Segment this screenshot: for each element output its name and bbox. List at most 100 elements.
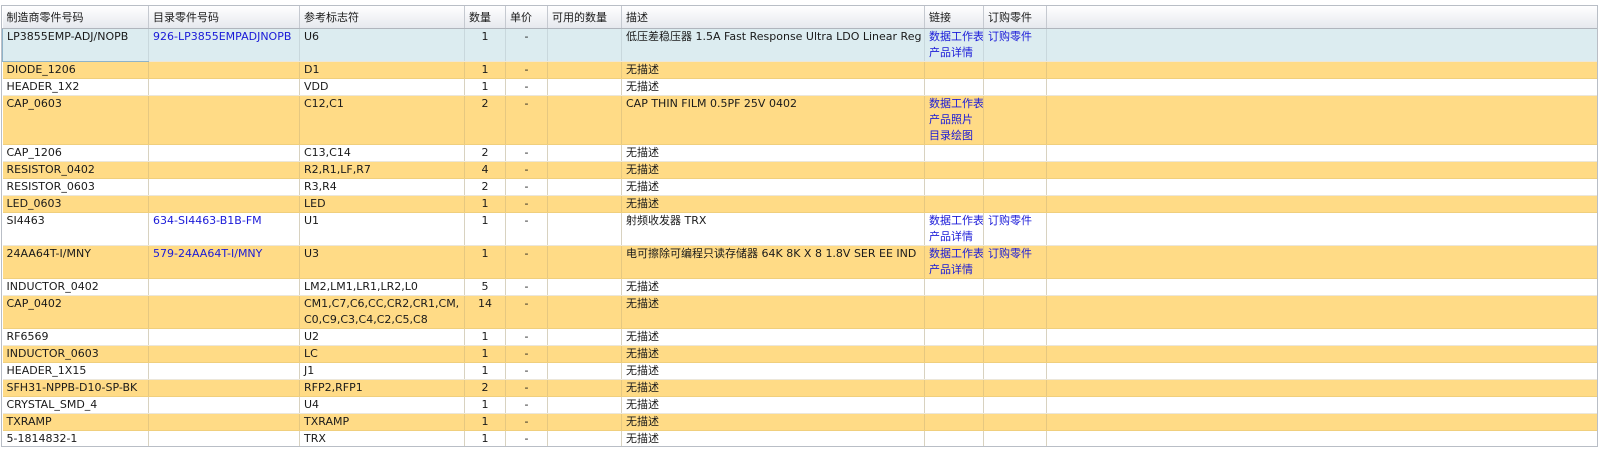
cell-available <box>547 362 622 380</box>
cell-mpn[interactable]: SFH31-NPPB-D10-SP-BK <box>2 379 149 397</box>
column-header-spacer[interactable] <box>1046 6 1597 29</box>
table-row[interactable]: CRYSTAL_SMD_4 U4 1- 无描述 <box>2 396 1597 414</box>
cell-mpn[interactable]: SI4463 <box>2 212 149 246</box>
cell-unit-price: - <box>505 28 548 62</box>
table-row[interactable]: CAP_1206 C13,C14 2- 无描述 <box>2 144 1597 162</box>
table-row[interactable]: INDUCTOR_0402 LM2,LM1,LR1,LR2,L0 5- 无描述 <box>2 278 1597 296</box>
cell-spacer <box>1046 245 1597 279</box>
cell-quantity: 1 <box>464 78 506 96</box>
column-header-unit-price[interactable]: 单价 <box>505 6 548 29</box>
column-header-catalog[interactable]: 目录零件号码 <box>148 6 300 29</box>
cell-quantity: 4 <box>464 161 506 179</box>
cell-catalog <box>148 144 300 162</box>
cell-reference: U6 <box>299 28 465 62</box>
order-part-link[interactable]: 订购零件 <box>988 246 1046 262</box>
cell-mpn[interactable]: RESISTOR_0603 <box>2 178 149 196</box>
table-row[interactable]: DIODE_1206 D1 1- 无描述 <box>2 61 1597 79</box>
cell-mpn[interactable]: INDUCTOR_0402 <box>2 278 149 296</box>
cell-unit-price: - <box>505 61 548 79</box>
table-row[interactable]: RESISTOR_0402 R2,R1,LF,R7 4- 无描述 <box>2 161 1597 179</box>
cell-reference: TXRAMP <box>299 413 465 431</box>
cell-mpn[interactable]: RESISTOR_0402 <box>2 161 149 179</box>
datasheet-link[interactable]: 数据工作表 <box>929 96 983 112</box>
cell-mpn[interactable]: DIODE_1206 <box>2 61 149 79</box>
cell-mpn[interactable]: CAP_1206 <box>2 144 149 162</box>
column-header-mpn[interactable]: 制造商零件号码 <box>2 6 149 29</box>
product-details-link[interactable]: 产品详情 <box>929 262 983 278</box>
datasheet-link[interactable]: 数据工作表 <box>929 29 983 45</box>
cell-mpn[interactable]: HEADER_1X15 <box>2 362 149 380</box>
table-row[interactable]: RF6569 U2 1- 无描述 <box>2 328 1597 346</box>
cell-catalog <box>148 379 300 397</box>
table-row[interactable]: TXRAMP TXRAMP 1- 无描述 <box>2 413 1597 431</box>
datasheet-link[interactable]: 数据工作表 <box>929 213 983 229</box>
reference-designators: C13,C14 <box>304 145 351 159</box>
reference-designators: J1 <box>304 363 315 377</box>
cell-available <box>547 78 622 96</box>
cell-mpn[interactable]: LP3855EMP-ADJ/NOPB <box>2 27 149 62</box>
column-header-reference[interactable]: 参考标志符 <box>299 6 465 29</box>
order-part-link[interactable]: 订购零件 <box>988 29 1046 45</box>
datasheet-link[interactable]: 数据工作表 <box>929 246 983 262</box>
cell-spacer <box>1046 61 1597 79</box>
cell-order <box>983 61 1047 79</box>
reference-designators: U4 <box>304 397 320 411</box>
cell-reference: VDD <box>299 78 465 96</box>
cell-catalog <box>148 328 300 346</box>
table-row[interactable]: CAP_0603 C12,C1 2- CAP THIN FILM 0.5PF 25V … <box>2 95 1597 145</box>
cell-reference: C12,C1 <box>299 95 465 145</box>
table-row[interactable]: RESISTOR_0603 R3,R4 2- 无描述 <box>2 178 1597 196</box>
cell-description: 无描述 <box>621 396 925 414</box>
column-header-links[interactable]: 链接 <box>924 6 984 29</box>
cell-mpn[interactable]: 5-1814832-1 <box>2 430 149 446</box>
order-part-link[interactable]: 订购零件 <box>988 213 1046 229</box>
product-photo-link[interactable]: 产品照片 <box>929 112 983 128</box>
cell-unit-price: - <box>505 396 548 414</box>
cell-available <box>547 61 622 79</box>
cell-mpn[interactable]: RF6569 <box>2 328 149 346</box>
cell-links <box>924 413 984 431</box>
catalog-number-link[interactable]: 926-LP3855EMPADJNOPB <box>153 29 299 45</box>
table-row[interactable]: CAP_0402 CM1,C7,C6,CC,CR2,CR1,CM, C0,C9,C3… <box>2 295 1597 329</box>
product-details-link[interactable]: 产品详情 <box>929 45 983 61</box>
table-row[interactable]: LP3855EMP-ADJ/NOPB 926-LP3855EMPADJNOPB U6… <box>2 27 1597 62</box>
cell-spacer <box>1046 144 1597 162</box>
column-header-order[interactable]: 订购零件 <box>983 6 1047 29</box>
catalog-drawing-link[interactable]: 目录绘图 <box>929 128 983 144</box>
column-header-available[interactable]: 可用的数量 <box>547 6 622 29</box>
cell-available <box>547 345 622 363</box>
catalog-number-link[interactable]: 634-SI4463-B1B-FM <box>153 213 299 229</box>
table-row[interactable]: INDUCTOR_0603 LC 1- 无描述 <box>2 345 1597 363</box>
bom-grid: 制造商零件号码 目录零件号码 参考标志符 数量 单价 可用的数量 描述 链接 订购零件 LP38… <box>1 5 1598 447</box>
reference-designators: R3,R4 <box>304 179 337 193</box>
cell-mpn[interactable]: HEADER_1X2 <box>2 78 149 96</box>
cell-spacer <box>1046 178 1597 196</box>
cell-mpn[interactable]: CRYSTAL_SMD_4 <box>2 396 149 414</box>
cell-spacer <box>1046 161 1597 179</box>
cell-mpn[interactable]: CAP_0603 <box>2 95 149 145</box>
column-header-description[interactable]: 描述 <box>621 6 925 29</box>
table-row[interactable]: LED_0603 LED 1- 无描述 <box>2 195 1597 213</box>
cell-links <box>924 396 984 414</box>
cell-mpn[interactable]: 24AA64T-I/MNY <box>2 245 149 279</box>
cell-reference: U3 <box>299 245 465 279</box>
cell-mpn[interactable]: LED_0603 <box>2 195 149 213</box>
table-row[interactable]: SFH31-NPPB-D10-SP-BK RFP2,RFP1 2- 无描述 <box>2 379 1597 397</box>
cell-links <box>924 362 984 380</box>
cell-order <box>983 345 1047 363</box>
table-row[interactable]: SI4463 634-SI4463-B1B-FM U1 1- 射频收发器 TRX 数据工作… <box>2 212 1597 246</box>
product-details-link[interactable]: 产品详情 <box>929 229 983 245</box>
cell-order <box>983 178 1047 196</box>
cell-mpn[interactable]: CAP_0402 <box>2 295 149 329</box>
cell-order <box>983 328 1047 346</box>
cell-order <box>983 430 1047 446</box>
column-header-quantity[interactable]: 数量 <box>464 6 506 29</box>
cell-mpn[interactable]: INDUCTOR_0603 <box>2 345 149 363</box>
table-row[interactable]: HEADER_1X2 VDD 1- 无描述 <box>2 78 1597 96</box>
table-row[interactable]: 5-1814832-1 TRX 1- 无描述 <box>2 430 1597 446</box>
catalog-number-link[interactable]: 579-24AA64T-I/MNY <box>153 246 299 262</box>
table-row[interactable]: HEADER_1X15 J1 1- 无描述 <box>2 362 1597 380</box>
table-row[interactable]: 24AA64T-I/MNY 579-24AA64T-I/MNY U3 1- 电可擦除可编… <box>2 245 1597 279</box>
cell-unit-price: - <box>505 195 548 213</box>
cell-mpn[interactable]: TXRAMP <box>2 413 149 431</box>
